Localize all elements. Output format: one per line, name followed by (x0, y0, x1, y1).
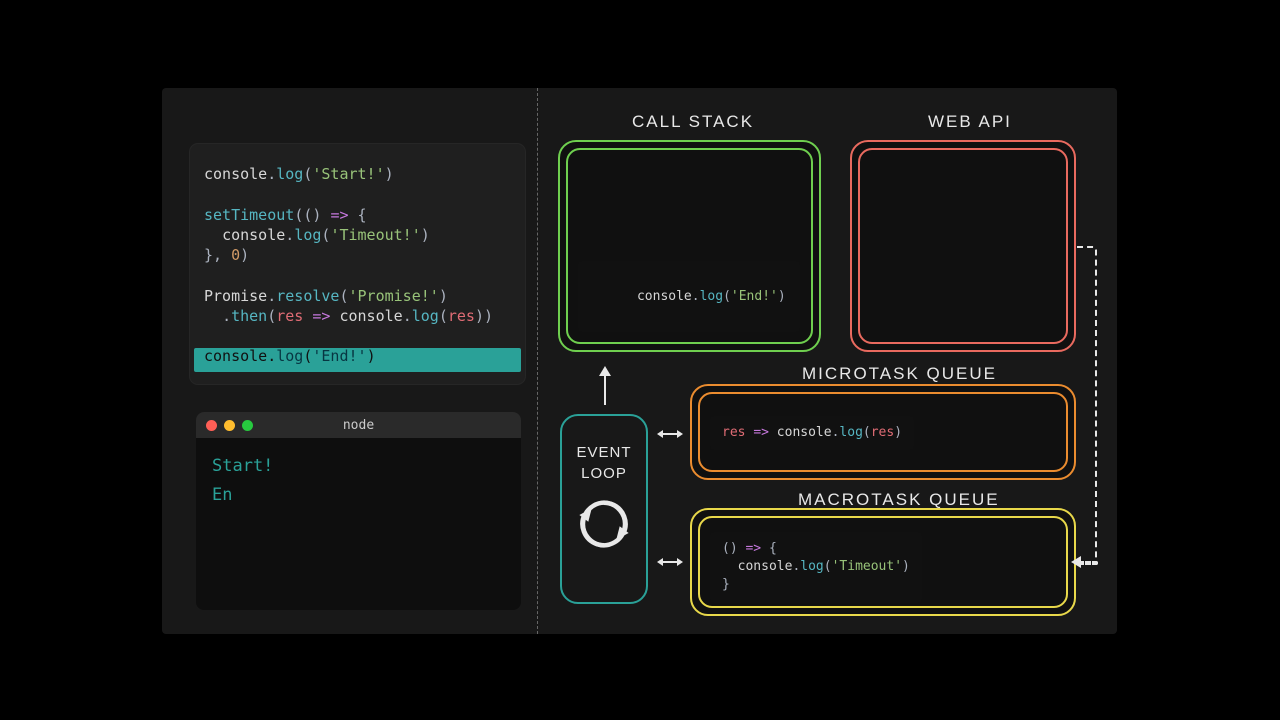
event-loop-label-line1: EVENT (576, 444, 631, 461)
event-loop-box: EVENT LOOP (560, 414, 648, 604)
terminal-title: node (196, 418, 521, 433)
call-stack-label: CALL STACK (632, 112, 754, 132)
terminal-line: En (212, 481, 505, 510)
source-code: console.log('Start!') setTimeout(() => {… (204, 164, 511, 367)
call-stack-item: console.log('End!') (578, 261, 800, 332)
dashed-connector (1077, 246, 1097, 562)
terminal-line: Start! (212, 452, 505, 481)
microtask-item: res => console.log(res) (710, 416, 914, 450)
arrow-left-icon (1071, 556, 1081, 568)
code-editor: console.log('Start!') setTimeout(() => {… (190, 144, 525, 384)
double-arrow-icon (657, 554, 683, 568)
web-api-box (850, 140, 1076, 352)
microtask-queue-label: MICROTASK QUEUE (802, 364, 997, 384)
call-stack-box: console.log('End!') (558, 140, 821, 352)
macrotask-queue-label: MACROTASK QUEUE (798, 490, 1000, 510)
arrow-up-icon (599, 366, 611, 376)
double-arrow-icon (657, 426, 683, 440)
event-loop-label-line2: LOOP (581, 465, 627, 482)
macrotask-item: () => { console.log('Timeout') } (710, 532, 922, 603)
vertical-divider (537, 88, 538, 634)
terminal: node Start! En (196, 412, 521, 610)
terminal-output: Start! En (196, 438, 521, 524)
event-loop-diagram: console.log('Start!') setTimeout(() => {… (162, 88, 1117, 634)
macrotask-queue-box: () => { console.log('Timeout') } (690, 508, 1076, 616)
dashed-connector-tail (1078, 561, 1098, 565)
web-api-label: WEB API (928, 112, 1012, 132)
web-api-inner (858, 148, 1068, 344)
microtask-queue-box: res => console.log(res) (690, 384, 1076, 480)
terminal-titlebar: node (196, 412, 521, 438)
cycle-icon (576, 496, 632, 556)
